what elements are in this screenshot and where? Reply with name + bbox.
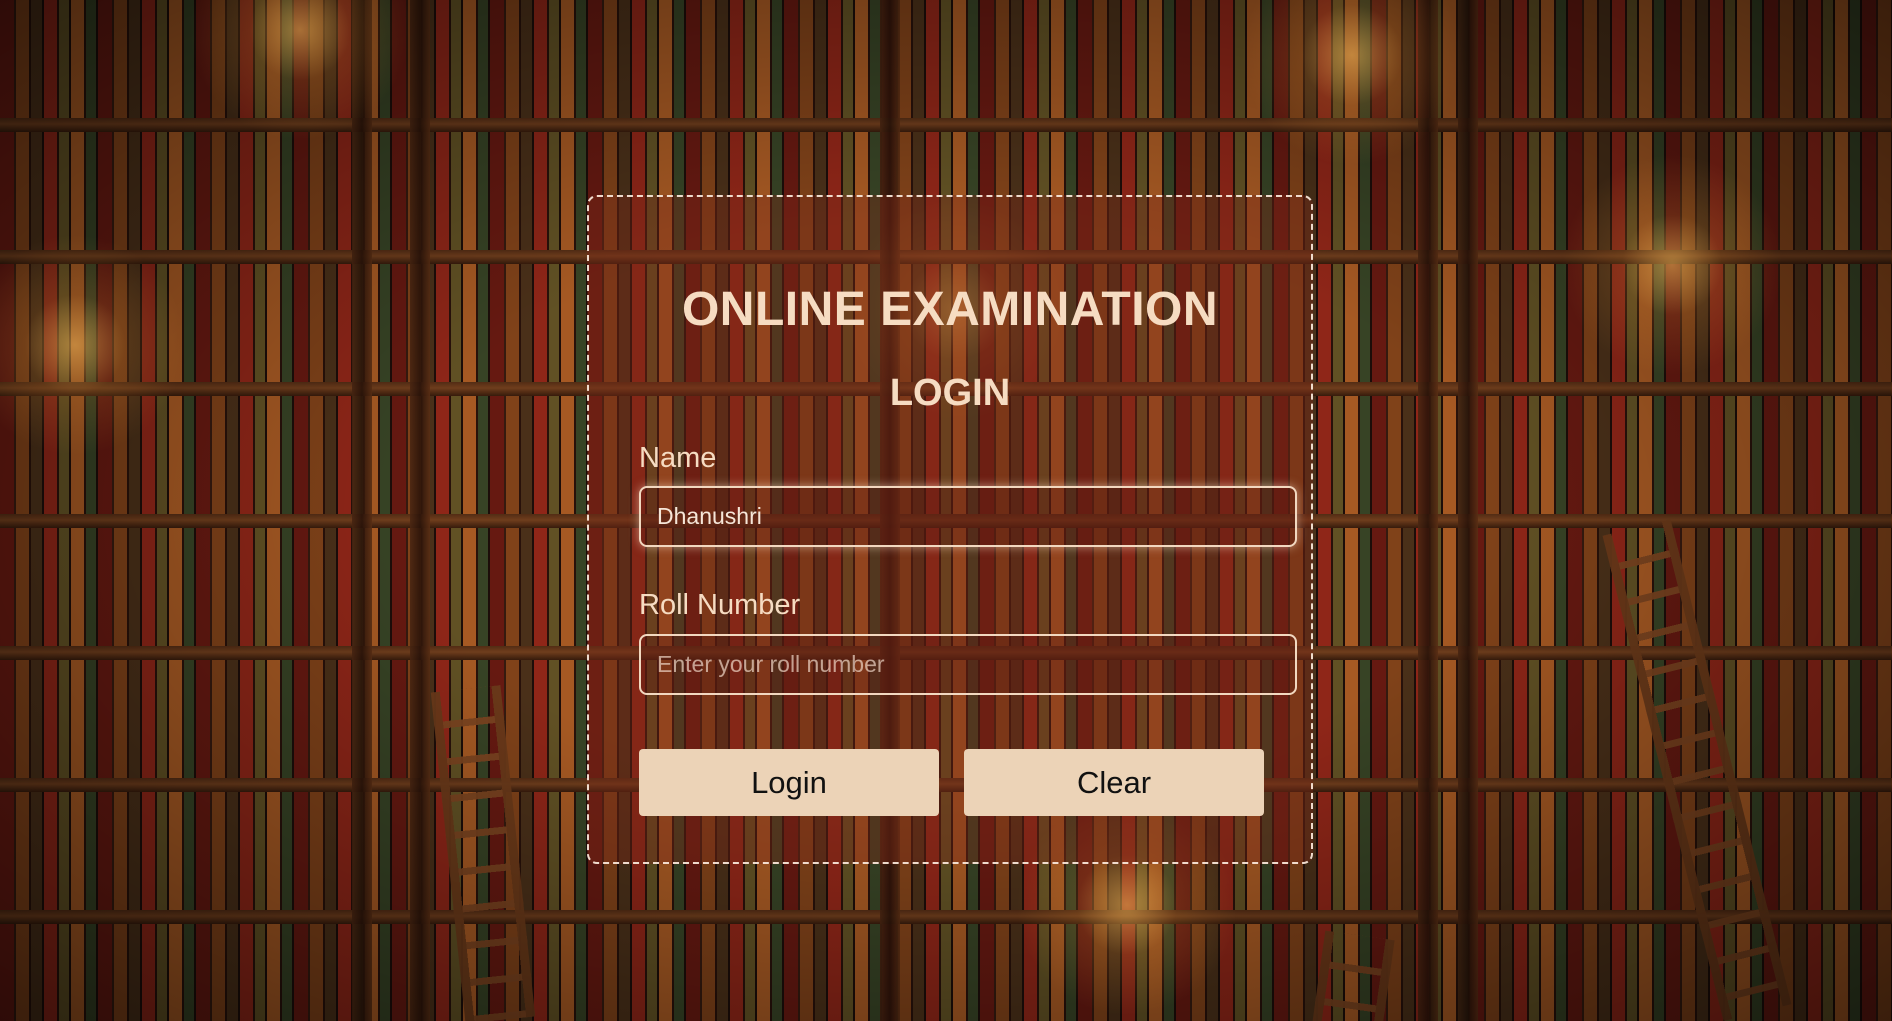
login-card: ONLINE EXAMINATION LOGIN Name Roll Numbe…: [587, 195, 1313, 864]
login-button[interactable]: Login: [639, 749, 939, 816]
clear-button[interactable]: Clear: [964, 749, 1264, 816]
name-label: Name: [639, 442, 717, 474]
name-input[interactable]: [639, 486, 1297, 547]
roll-number-input[interactable]: [639, 634, 1297, 695]
login-page: ONLINE EXAMINATION LOGIN Name Roll Numbe…: [0, 0, 1892, 1021]
page-title: ONLINE EXAMINATION: [681, 283, 1219, 336]
roll-number-label: Roll Number: [639, 589, 801, 621]
login-heading: LOGIN: [889, 372, 1011, 414]
